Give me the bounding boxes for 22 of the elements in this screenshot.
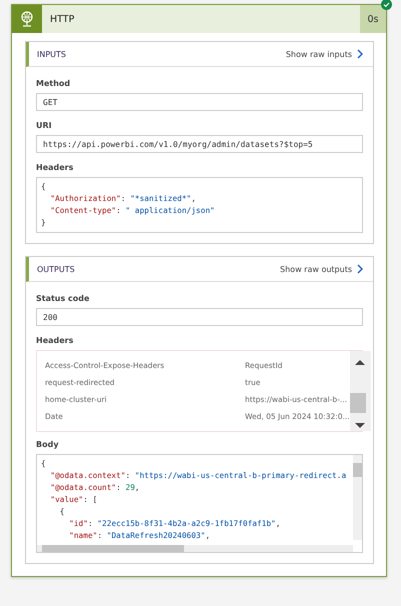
chevron-right-icon [357, 264, 363, 274]
value-field[interactable]: https://api.powerbi.com/v1.0/myorg/admin/datasets?$top=5 [36, 135, 363, 153]
field-label: URI [36, 121, 53, 130]
scrollbar[interactable] [350, 351, 371, 431]
field-label: Headers [36, 336, 74, 345]
field-label: Status code [36, 294, 90, 303]
action-title: HTTP [49, 12, 76, 26]
value-field[interactable]: GET [36, 93, 363, 111]
field-label: Headers [36, 163, 74, 172]
globe-icon [20, 11, 34, 27]
duration-label: 0s [360, 5, 386, 33]
show-raw-link[interactable]: Show raw outputs [280, 264, 363, 274]
section-title: INPUTS [37, 50, 66, 58]
action-header[interactable]: HTTP 0s [12, 5, 386, 33]
value-field[interactable]: 200 [36, 308, 363, 326]
scrollbar[interactable] [353, 455, 362, 540]
field-label: Body [36, 440, 60, 449]
scrollbar[interactable] [37, 545, 353, 552]
section-title: OUTPUTS [37, 264, 75, 274]
field-label: Method [36, 79, 72, 88]
show-raw-link[interactable]: Show raw inputs [286, 49, 363, 59]
chevron-right-icon [357, 49, 363, 59]
